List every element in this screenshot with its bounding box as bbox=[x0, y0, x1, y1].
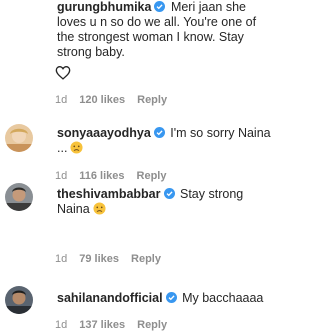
avatar-image bbox=[5, 124, 33, 152]
comment-body: My bacchaaaa bbox=[182, 291, 264, 305]
comment-username[interactable]: sonyaaayodhya bbox=[57, 126, 151, 140]
comment-item: sahilanandofficial My bacchaaaa 1d 137 li… bbox=[0, 283, 279, 332]
comment-likes[interactable]: 137 likes bbox=[79, 319, 125, 331]
comment-meta: 1d 120 likes Reply bbox=[55, 94, 179, 106]
avatar-image bbox=[5, 183, 33, 211]
comment-username[interactable]: gurungbhumika bbox=[57, 0, 151, 14]
avatar[interactable] bbox=[5, 286, 33, 314]
comment-text-block: sahilanandofficial My bacchaaaa bbox=[57, 291, 275, 306]
comment-meta: 1d 79 likes Reply bbox=[55, 253, 173, 265]
comment-time[interactable]: 1d bbox=[55, 319, 67, 331]
verified-badge-icon bbox=[154, 1, 166, 12]
verified-badge-icon bbox=[153, 127, 165, 138]
disappointed-face-icon bbox=[70, 141, 83, 154]
reply-button[interactable]: Reply bbox=[137, 94, 167, 106]
comment-text-block: theshivambabbar Stay strong Naina bbox=[57, 187, 275, 217]
disappointed-face-icon bbox=[93, 202, 106, 215]
comment-likes[interactable]: 79 likes bbox=[79, 253, 119, 265]
comment-text-block: sonyaaayodhya I'm so sorry Naina ... bbox=[57, 126, 275, 156]
comment-likes[interactable]: 120 likes bbox=[79, 94, 125, 106]
comment-username[interactable]: sahilanandofficial bbox=[57, 291, 163, 305]
comment-time[interactable]: 1d bbox=[55, 253, 67, 265]
reply-button[interactable]: Reply bbox=[131, 253, 161, 265]
avatar[interactable] bbox=[5, 124, 33, 152]
verified-badge-icon bbox=[165, 292, 177, 303]
avatar-image bbox=[5, 286, 33, 314]
verified-badge-icon bbox=[163, 188, 175, 199]
reply-button[interactable]: Reply bbox=[137, 319, 167, 331]
comment-time[interactable]: 1d bbox=[55, 94, 67, 106]
comment-item: theshivambabbar Stay strong Naina 1d 79 l… bbox=[0, 178, 279, 268]
comment-meta: 1d 137 likes Reply bbox=[55, 319, 179, 331]
heart-icon[interactable] bbox=[55, 65, 71, 80]
avatar[interactable] bbox=[5, 183, 33, 211]
comment-item: gurungbhumika Meri jaan she loves u n so… bbox=[0, 0, 279, 108]
comment-username[interactable]: theshivambabbar bbox=[57, 187, 161, 201]
comment-text-block: gurungbhumika Meri jaan she loves u n so… bbox=[57, 0, 275, 60]
